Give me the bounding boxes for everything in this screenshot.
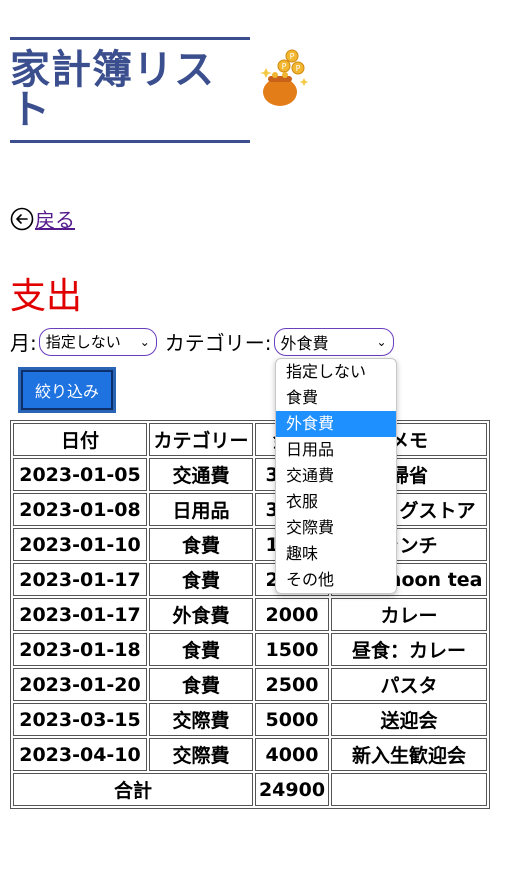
- cell-memo: カレー: [331, 598, 487, 631]
- table-row: 2023-01-05 交通費 3000 帰省: [13, 458, 487, 491]
- table-row: 2023-04-10 交際費 4000 新入生歓迎会: [13, 738, 487, 771]
- svg-text:P: P: [282, 62, 287, 71]
- filter-button-frame[interactable]: 絞り込み: [18, 367, 116, 413]
- cell-amount: 5000: [255, 703, 329, 736]
- page-header: 家計簿リスト: [10, 37, 250, 143]
- cell-memo: 昼食：カレー: [331, 633, 487, 666]
- table-row: 2023-01-17 外食費 2000 カレー: [13, 598, 487, 631]
- cell-category: 食費: [149, 633, 253, 666]
- table-header-row: 日付 カテゴリー 金額 メモ: [13, 423, 487, 456]
- cell-date: 2023-01-20: [13, 668, 147, 701]
- chevron-down-icon: ⌄: [376, 334, 387, 349]
- dropdown-option[interactable]: 指定しない: [276, 359, 396, 385]
- cell-category: 食費: [149, 528, 253, 561]
- cell-date: 2023-04-10: [13, 738, 147, 771]
- cell-category: 交通費: [149, 458, 253, 491]
- dropdown-option[interactable]: 交通費: [276, 463, 396, 489]
- month-select[interactable]: 指定しない ⌄: [38, 327, 157, 356]
- table-row: 2023-01-10 食費 1000 ランチ: [13, 528, 487, 561]
- header-category: カテゴリー: [149, 423, 253, 456]
- page-title: 家計簿リスト: [10, 47, 215, 133]
- total-label: 合計: [13, 773, 253, 806]
- table-row: 2023-01-08 日用品 3000 ドラッグストア: [13, 493, 487, 526]
- back-nav[interactable]: 戻る: [10, 207, 75, 231]
- cell-category: 食費: [149, 668, 253, 701]
- table-row: 2023-03-15 交際費 5000 送迎会: [13, 703, 487, 736]
- cell-date: 2023-01-08: [13, 493, 147, 526]
- cell-memo: 送迎会: [331, 703, 487, 736]
- header-date: 日付: [13, 423, 147, 456]
- filter-form: 月: 指定しない ⌄ カテゴリー: 外食費 ⌄: [10, 327, 394, 356]
- category-select-value: 外食費: [280, 333, 329, 353]
- cell-amount: 2000: [255, 598, 329, 631]
- category-dropdown-list: 指定しない 食費 外食費 日用品 交通費 衣服 交際費 趣味 その他: [275, 358, 397, 594]
- section-title: 支出: [10, 276, 83, 317]
- header-bottom-rule: [10, 140, 250, 143]
- dropdown-option[interactable]: 趣味: [276, 541, 396, 567]
- cell-date: 2023-01-17: [13, 563, 147, 596]
- chevron-down-icon: ⌄: [139, 334, 150, 349]
- dropdown-option[interactable]: 日用品: [276, 437, 396, 463]
- table-total-row: 合計 24900: [13, 773, 487, 806]
- cell-category: 日用品: [149, 493, 253, 526]
- cell-category: 交際費: [149, 738, 253, 771]
- svg-text:P: P: [296, 64, 301, 73]
- month-select-value: 指定しない: [45, 333, 121, 351]
- svg-text:P: P: [290, 52, 295, 61]
- cell-category: 食費: [149, 563, 253, 596]
- cell-amount: 4000: [255, 738, 329, 771]
- dropdown-option[interactable]: 交際費: [276, 515, 396, 541]
- coin-purse-icon: P P P: [260, 49, 309, 106]
- dropdown-option[interactable]: 衣服: [276, 489, 396, 515]
- table-row: 2023-01-20 食費 2500 パスタ: [13, 668, 487, 701]
- back-link[interactable]: 戻る: [35, 209, 75, 231]
- cell-memo: パスタ: [331, 668, 487, 701]
- table-row: 2023-01-18 食費 1500 昼食：カレー: [13, 633, 487, 666]
- total-memo-empty: [331, 773, 487, 806]
- table-row: 2023-01-17 食費 2000 afternoon tea: [13, 563, 487, 596]
- circle-arrow-left-icon[interactable]: [10, 207, 34, 231]
- cell-category: 外食費: [149, 598, 253, 631]
- cell-date: 2023-01-05: [13, 458, 147, 491]
- filter-submit-button[interactable]: 絞り込み: [21, 370, 113, 410]
- cell-category: 交際費: [149, 703, 253, 736]
- total-value: 24900: [255, 773, 329, 806]
- cell-memo: 新入生歓迎会: [331, 738, 487, 771]
- cell-date: 2023-01-17: [13, 598, 147, 631]
- cell-amount: 2500: [255, 668, 329, 701]
- dropdown-option-selected[interactable]: 外食費: [276, 411, 396, 437]
- cell-date: 2023-01-18: [13, 633, 147, 666]
- month-label: 月:: [10, 331, 37, 355]
- category-label: カテゴリー:: [164, 331, 272, 355]
- expense-table: 日付 カテゴリー 金額 メモ 2023-01-05 交通費 3000 帰省 20…: [10, 420, 490, 809]
- cell-date: 2023-03-15: [13, 703, 147, 736]
- category-select[interactable]: 外食費 ⌄: [273, 327, 394, 356]
- cell-date: 2023-01-10: [13, 528, 147, 561]
- cell-amount: 1500: [255, 633, 329, 666]
- dropdown-option[interactable]: その他: [276, 567, 396, 593]
- dropdown-option[interactable]: 食費: [276, 385, 396, 411]
